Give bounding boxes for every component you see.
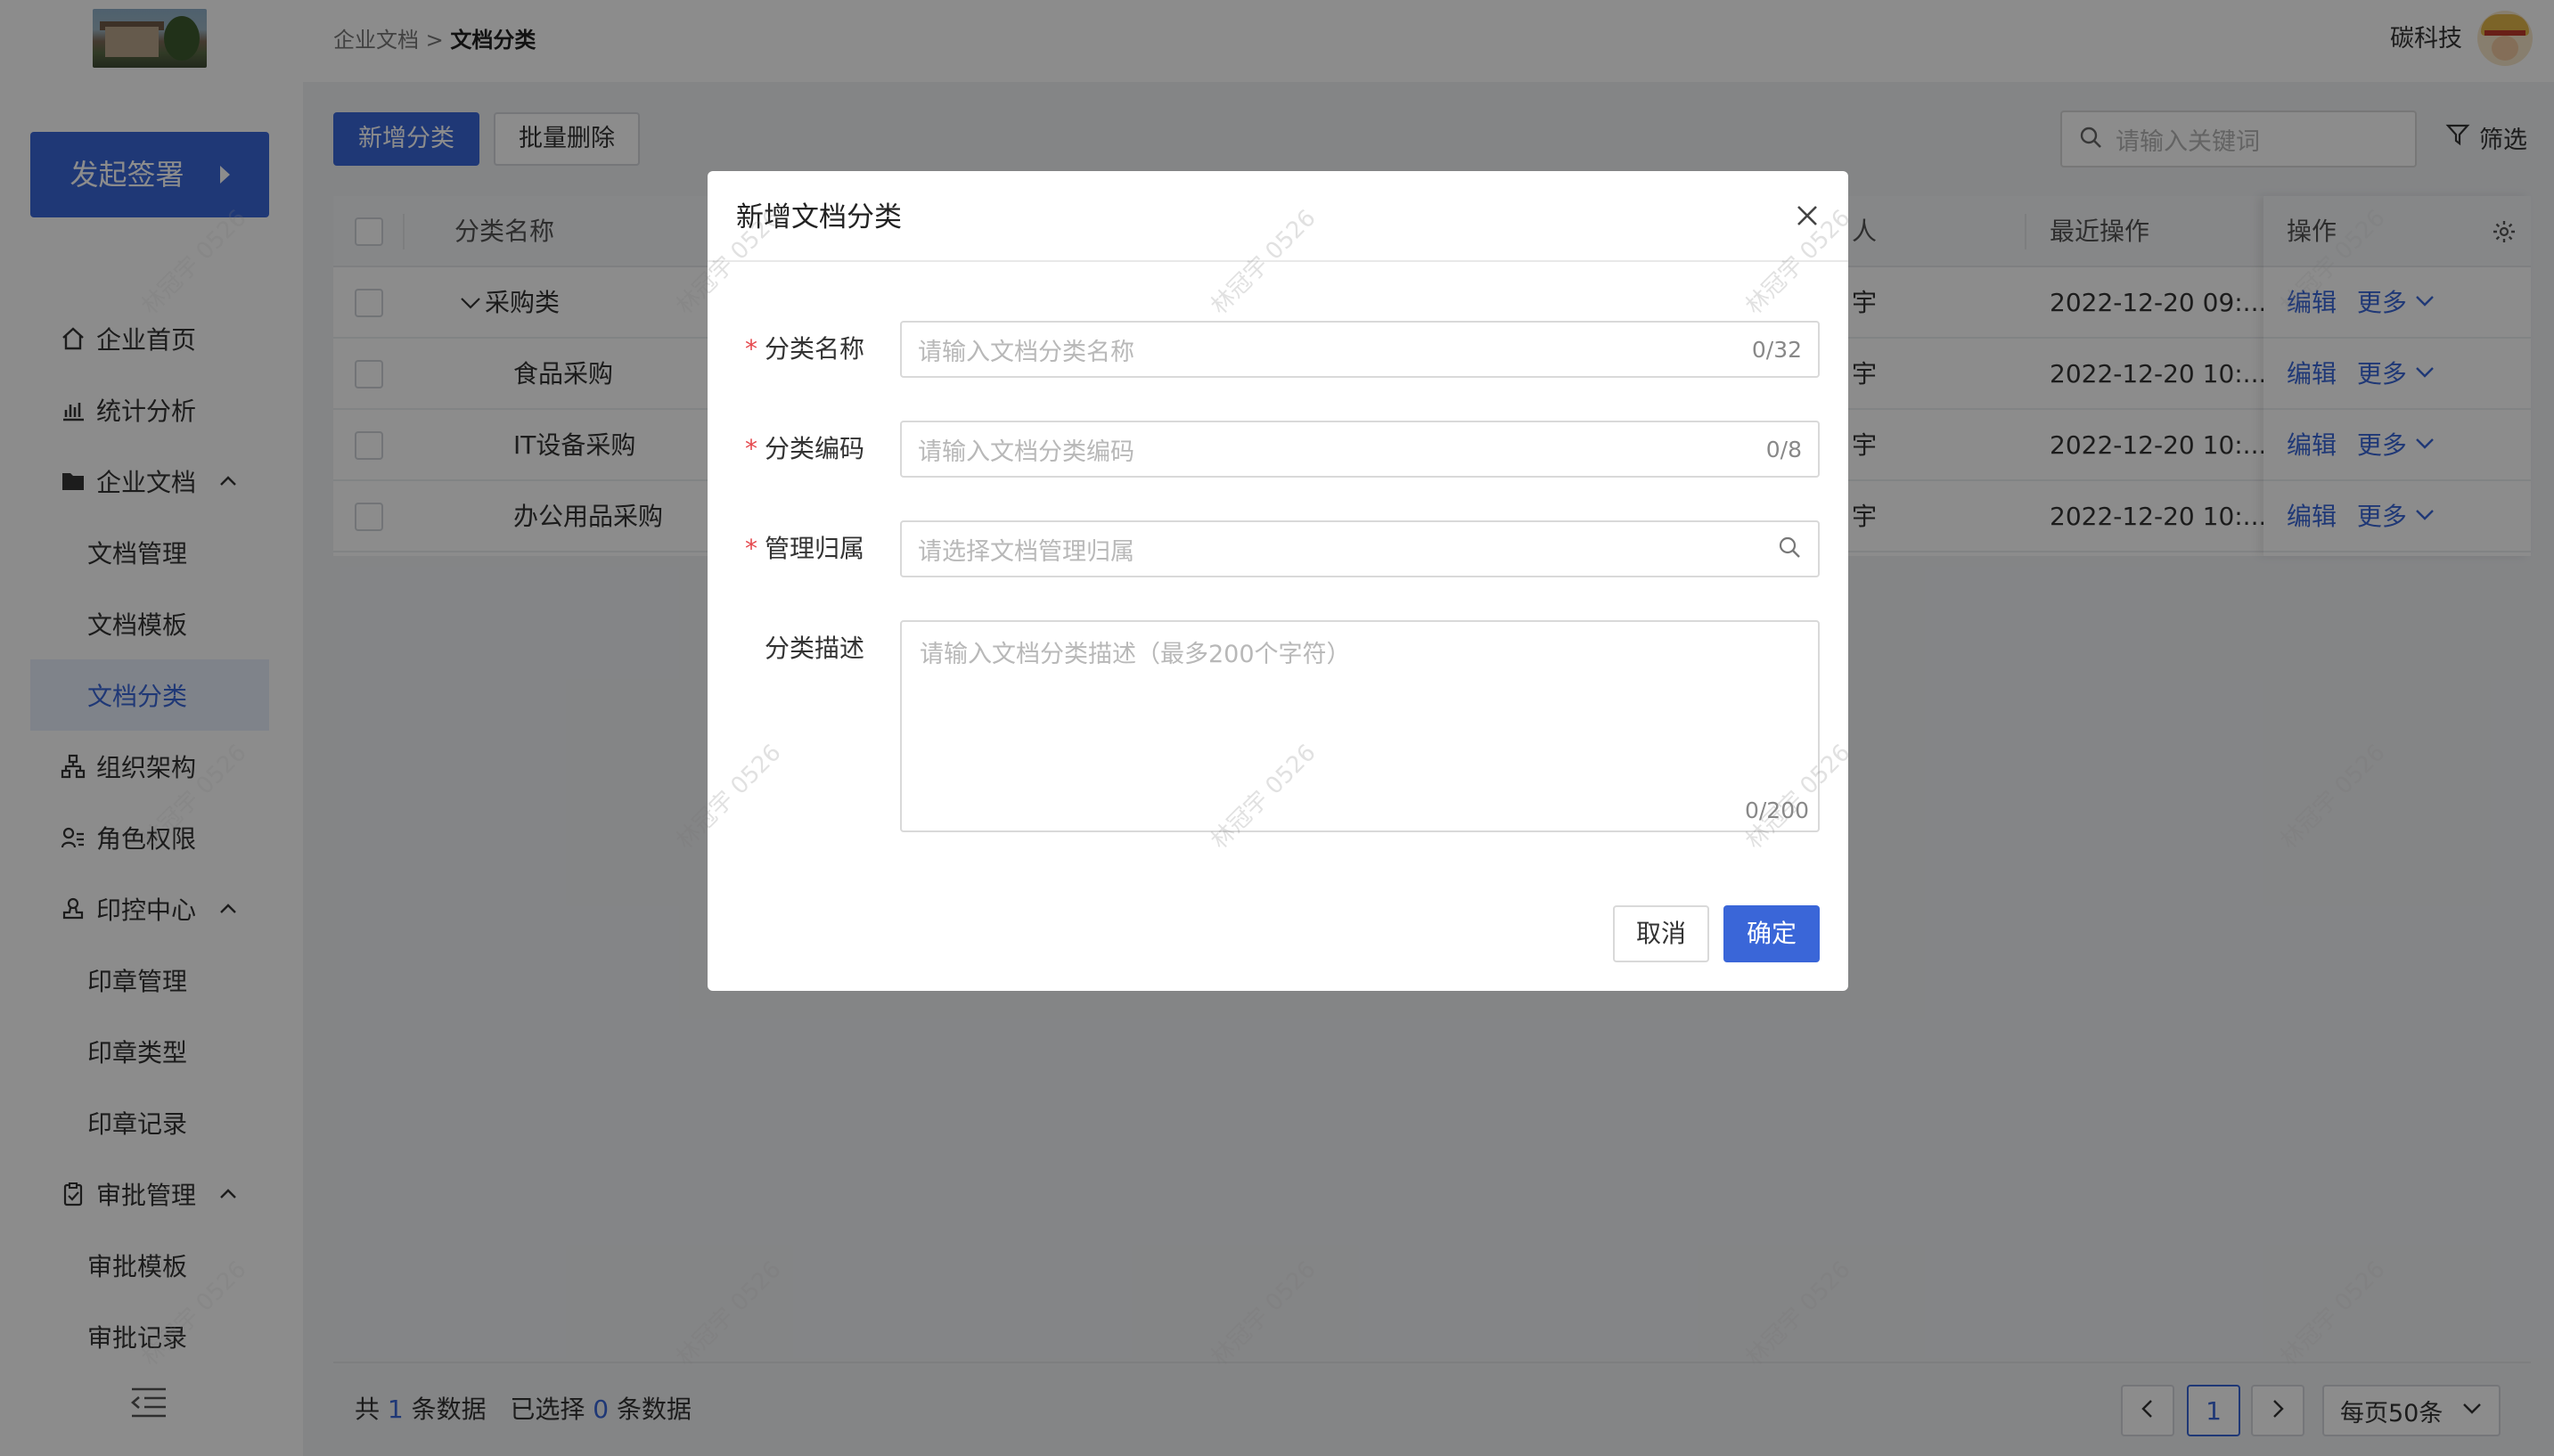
input-placeholder: 请输入文档分类编码 xyxy=(918,438,1134,466)
cancel-button[interactable]: 取消 xyxy=(1613,905,1709,962)
required-mark: * xyxy=(744,434,757,463)
input-placeholder: 请输入文档分类名称 xyxy=(918,338,1134,366)
field-label-text: 管理归属 xyxy=(764,534,864,563)
field-label-owner: * 管理归属 xyxy=(745,531,864,567)
management-owner-select[interactable]: 请选择文档管理归属 xyxy=(900,520,1820,577)
category-code-input[interactable]: 请输入文档分类编码 0/8 xyxy=(900,421,1820,478)
textarea-placeholder: 请输入文档分类描述（最多200个字符） xyxy=(920,641,1351,668)
category-name-input[interactable]: 请输入文档分类名称 0/32 xyxy=(900,321,1820,378)
add-category-dialog: 新增文档分类 * 分类名称 请输入文档分类名称 0/32 * 分类编码 请输入文档分… xyxy=(708,171,1848,991)
category-description-textarea[interactable]: 请输入文档分类描述（最多200个字符） 0/200 xyxy=(900,620,1820,832)
char-counter: 0/8 xyxy=(1765,436,1802,462)
field-label-code: * 分类编码 xyxy=(745,431,864,467)
field-label-desc: 分类描述 xyxy=(764,634,864,663)
dialog-header: 新增文档分类 xyxy=(708,171,1848,262)
confirm-button[interactable]: 确定 xyxy=(1723,905,1820,962)
input-placeholder: 请选择文档管理归属 xyxy=(918,537,1134,566)
dialog-title: 新增文档分类 xyxy=(736,201,902,233)
char-counter: 0/32 xyxy=(1751,336,1802,363)
required-mark: * xyxy=(744,534,757,563)
close-icon[interactable] xyxy=(1793,201,1821,230)
search-icon[interactable] xyxy=(1777,535,1802,563)
field-label-text: 分类编码 xyxy=(764,434,864,463)
required-mark: * xyxy=(744,334,757,364)
field-label-text: 分类名称 xyxy=(764,334,864,364)
char-counter: 0/200 xyxy=(1744,798,1809,823)
field-label-name: * 分类名称 xyxy=(745,331,864,367)
